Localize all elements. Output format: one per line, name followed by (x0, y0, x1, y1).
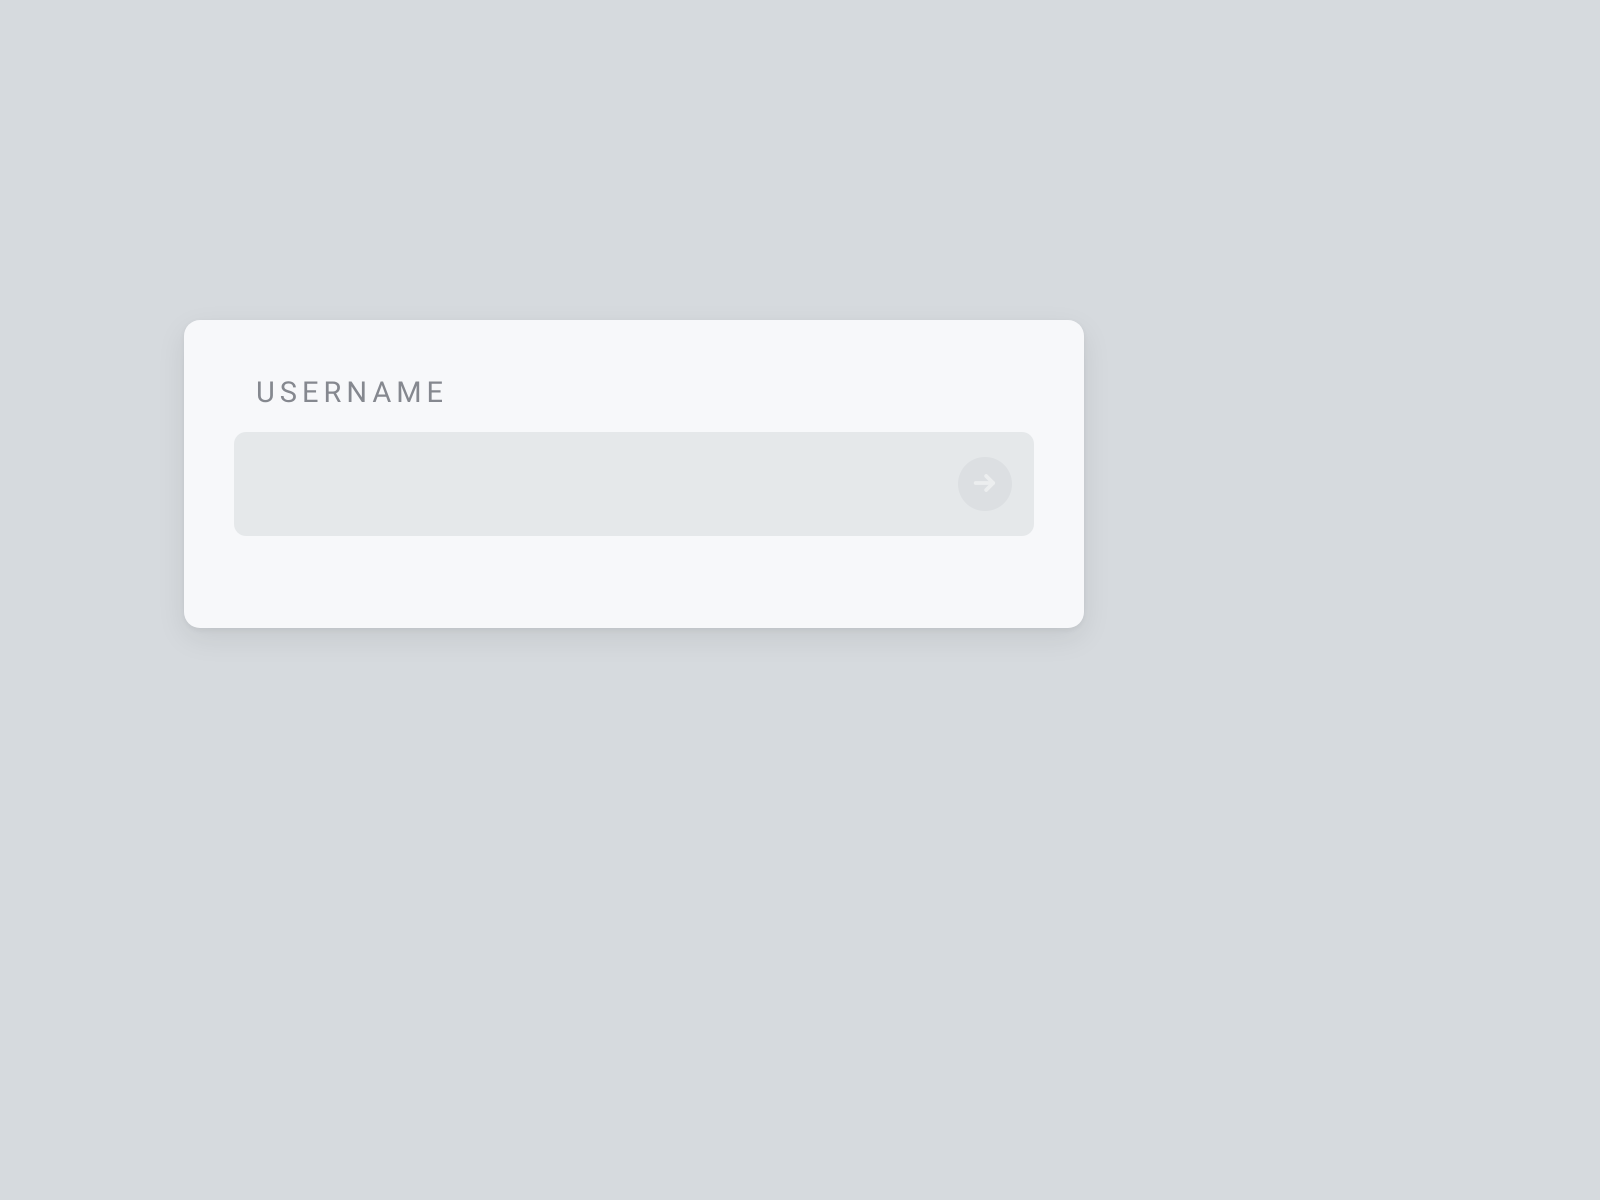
username-input[interactable] (234, 432, 1034, 536)
username-card: USERNAME (184, 320, 1084, 628)
username-label: USERNAME (256, 376, 1034, 410)
submit-button[interactable] (958, 457, 1012, 511)
arrow-right-icon (971, 469, 999, 500)
username-input-wrapper (234, 432, 1034, 536)
